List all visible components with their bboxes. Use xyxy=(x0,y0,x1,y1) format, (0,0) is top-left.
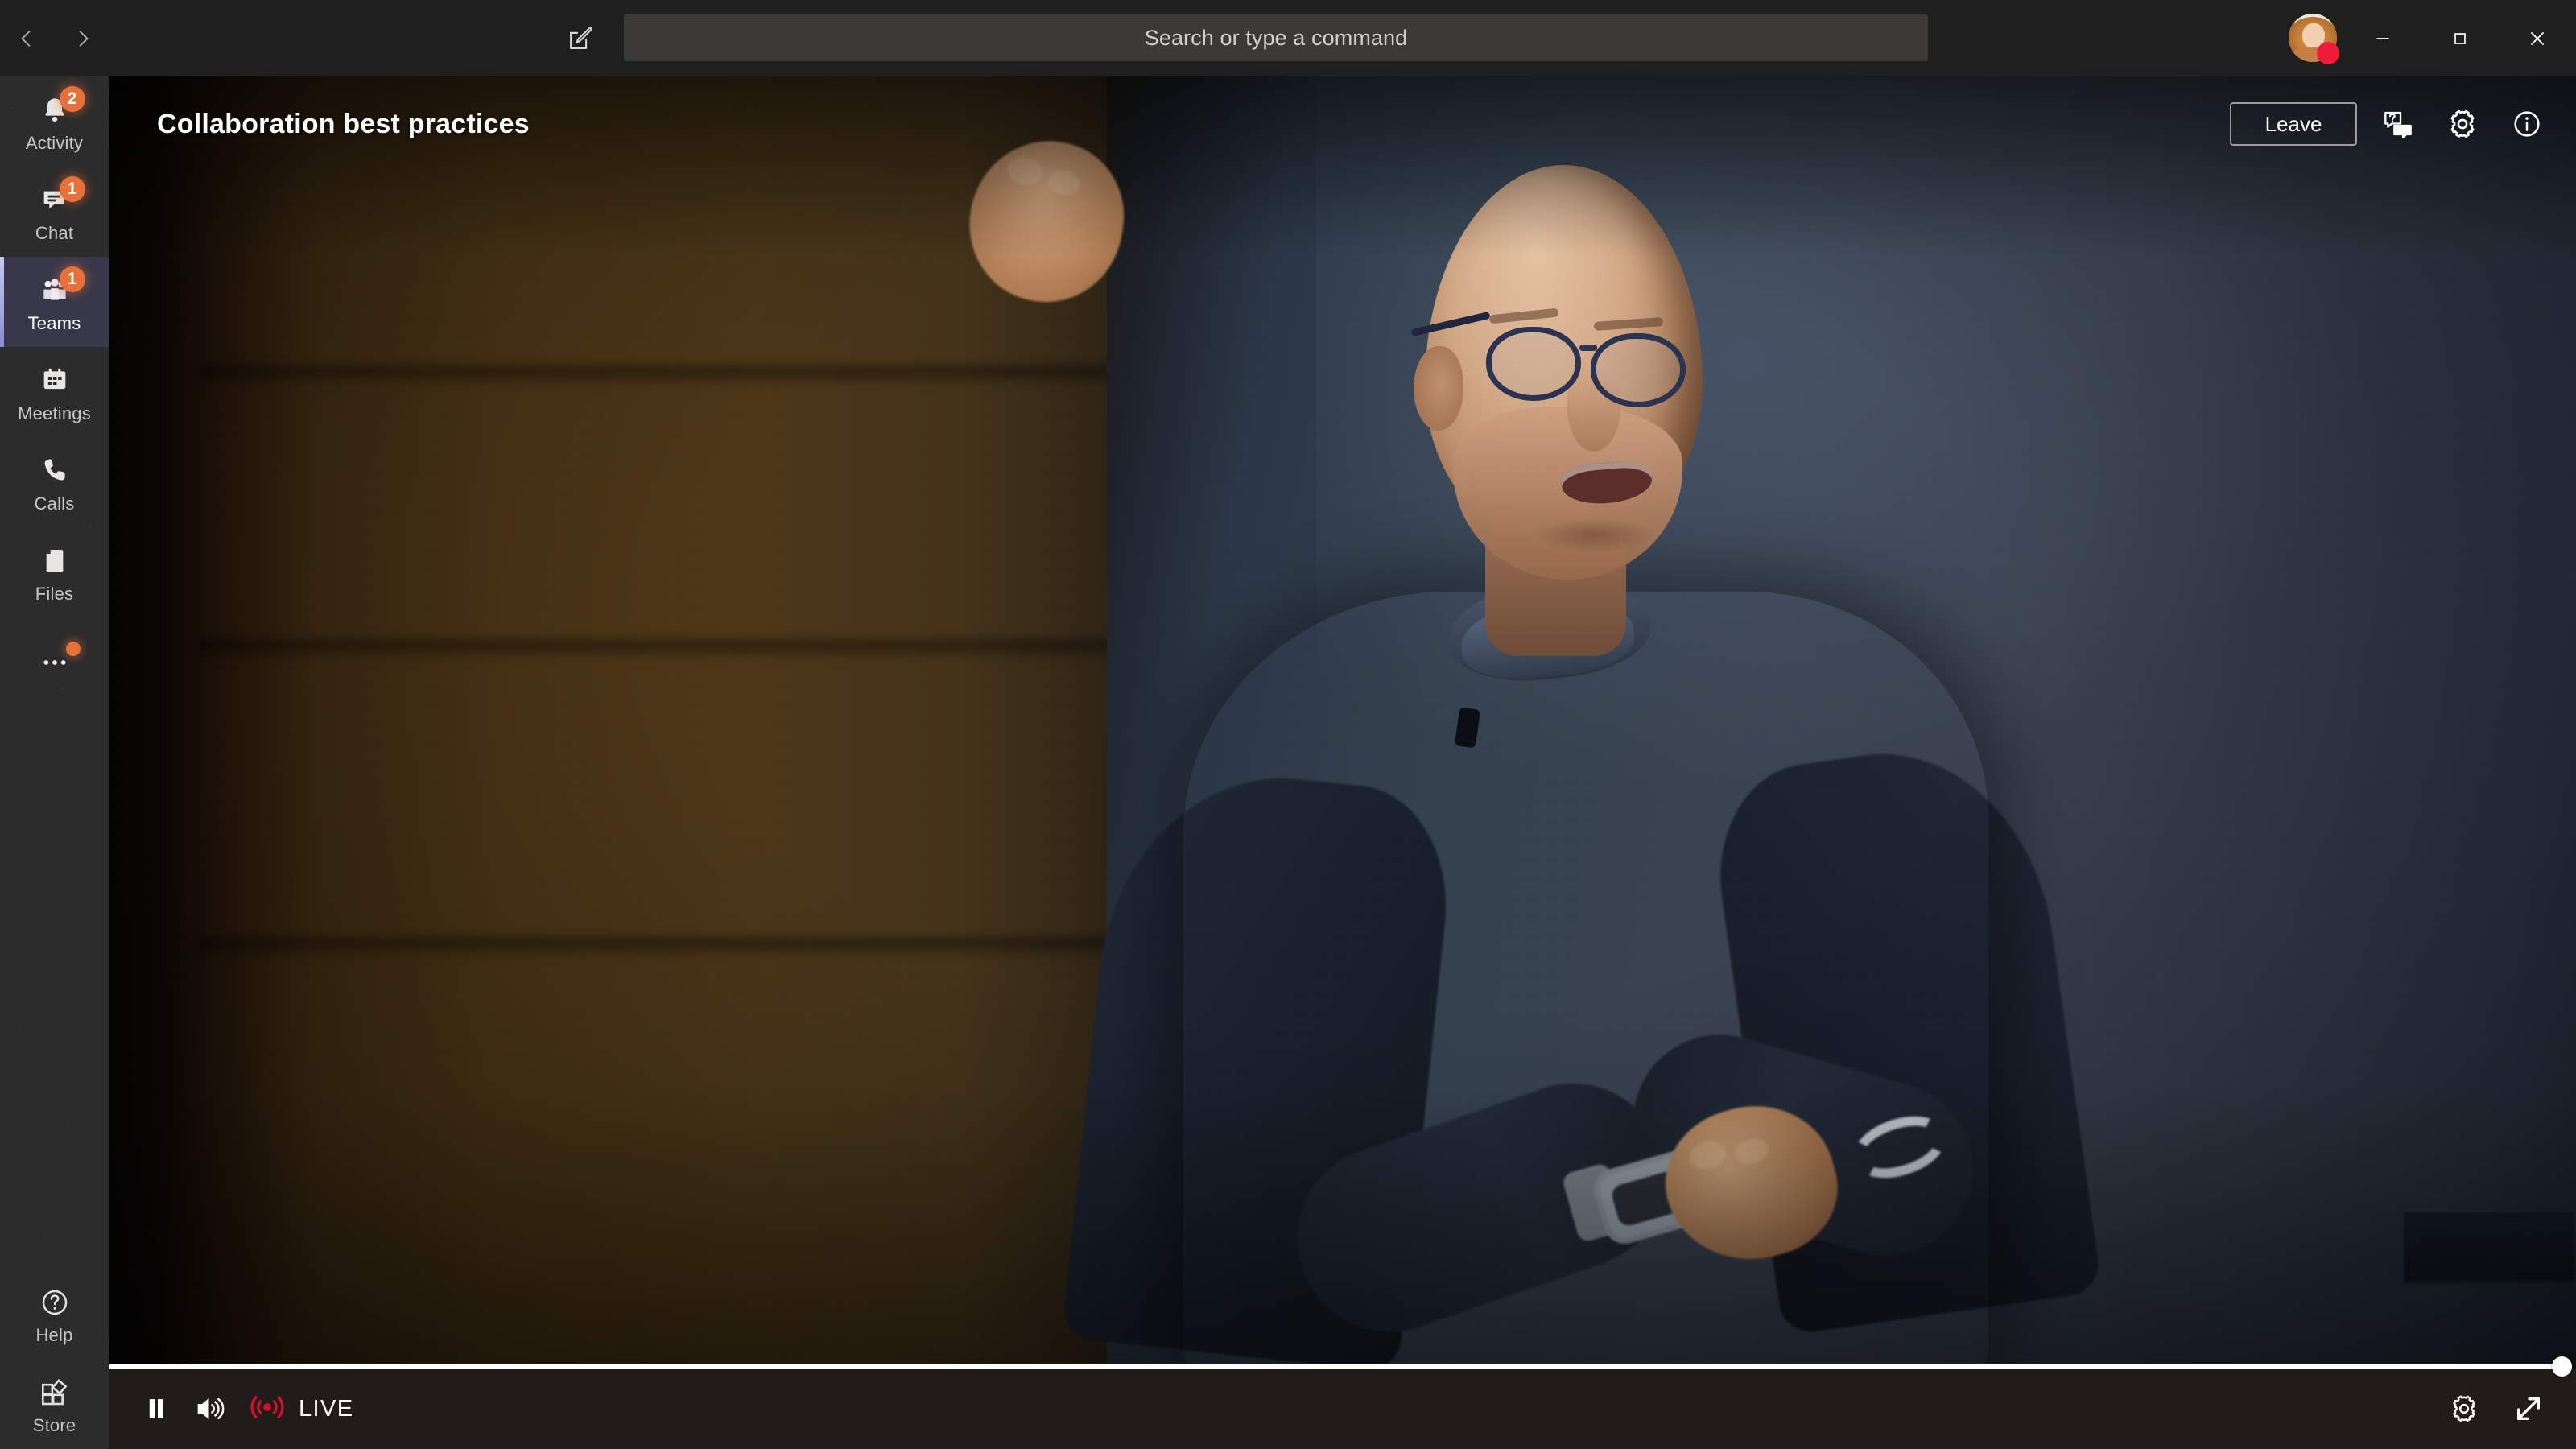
sidebar-bottom: Help Store xyxy=(0,1269,109,1449)
player-controls: LIVE xyxy=(109,1356,2576,1449)
sidebar-item-label: Calls xyxy=(34,493,75,514)
compose-new-chat-icon[interactable] xyxy=(557,21,604,56)
file-icon xyxy=(35,542,74,580)
volume-high-icon[interactable] xyxy=(184,1384,234,1434)
leave-button[interactable]: Leave xyxy=(2230,102,2357,146)
sidebar-item-store[interactable]: Store xyxy=(0,1359,109,1449)
live-event-stage: Collaboration best practices Leave LIVE xyxy=(109,76,2576,1449)
playback-progress-fill xyxy=(109,1364,2562,1369)
activity-badge: 2 xyxy=(59,86,85,112)
app-sidebar: 2 Activity 1 Chat 1 Teams Meetings Calls… xyxy=(0,76,109,1449)
sidebar-item-label: Store xyxy=(32,1415,76,1435)
window-controls xyxy=(2344,0,2576,76)
gear-icon[interactable] xyxy=(2439,1384,2489,1434)
live-status[interactable]: LIVE xyxy=(249,1389,353,1430)
sidebar-item-label: Help xyxy=(35,1325,73,1345)
sidebar-item-label: Activity xyxy=(25,133,84,153)
forward-button[interactable] xyxy=(65,21,101,56)
more-ellipsis-icon xyxy=(35,642,80,682)
sidebar-item-teams[interactable]: 1 Teams xyxy=(0,257,109,347)
info-circle-icon[interactable] xyxy=(2504,101,2550,147)
sidebar-item-label: Chat xyxy=(35,223,74,243)
minimize-button[interactable] xyxy=(2344,0,2421,76)
sidebar-item-label: Files xyxy=(35,584,74,604)
video-feed[interactable]: Collaboration best practices Leave xyxy=(109,76,2576,1368)
pause-icon[interactable] xyxy=(131,1384,181,1434)
calendar-icon xyxy=(35,361,74,400)
search-placeholder: Search or type a command xyxy=(1144,25,1408,50)
search-input[interactable]: Search or type a command xyxy=(624,14,1928,61)
phone-icon xyxy=(35,452,74,490)
expand-diagonal-icon[interactable] xyxy=(2504,1384,2553,1434)
live-broadcast-icon xyxy=(249,1389,286,1430)
store-grid-icon xyxy=(35,1373,74,1412)
sidebar-item-label: Teams xyxy=(27,313,81,333)
question-circle-icon xyxy=(35,1283,74,1322)
sidebar-item-chat[interactable]: 1 Chat xyxy=(0,167,109,257)
status-badge xyxy=(2317,42,2339,64)
avatar[interactable] xyxy=(2289,14,2339,64)
teams-live-event-window: Search or type a command 2 Activity 1 Ch… xyxy=(0,0,2576,1449)
bell-icon: 2 xyxy=(35,86,85,130)
page-title: Collaboration best practices xyxy=(157,109,530,139)
gear-icon[interactable] xyxy=(2439,101,2486,147)
maximize-button[interactable] xyxy=(2421,0,2499,76)
playback-scrubber-handle xyxy=(2552,1356,2572,1377)
back-button[interactable] xyxy=(9,21,44,56)
sidebar-item-activity[interactable]: 2 Activity xyxy=(0,76,109,167)
history-nav xyxy=(0,0,109,76)
chat-badge: 1 xyxy=(59,176,85,202)
teams-badge: 1 xyxy=(59,266,85,292)
sidebar-item-meetings[interactable]: Meetings xyxy=(0,347,109,437)
qna-question-bubble-icon[interactable] xyxy=(2375,101,2421,147)
sidebar-item-help[interactable]: Help xyxy=(0,1269,109,1359)
people-icon: 1 xyxy=(35,266,85,310)
close-button[interactable] xyxy=(2499,0,2576,76)
sidebar-item-files[interactable]: Files xyxy=(0,527,109,617)
player-right-controls xyxy=(2439,1368,2553,1449)
more-unread-dot xyxy=(65,642,80,656)
title-bar: Search or type a command xyxy=(0,0,2576,76)
live-label: LIVE xyxy=(299,1395,354,1422)
chat-bubble-icon: 1 xyxy=(35,176,85,220)
player-left-controls: LIVE xyxy=(131,1368,353,1449)
stage-action-bar: Leave xyxy=(2230,101,2550,147)
sidebar-item-calls[interactable]: Calls xyxy=(0,437,109,527)
sidebar-item-label: Meetings xyxy=(18,403,91,423)
sidebar-item-more[interactable] xyxy=(0,617,109,708)
playback-progress-bar[interactable] xyxy=(109,1356,2576,1377)
